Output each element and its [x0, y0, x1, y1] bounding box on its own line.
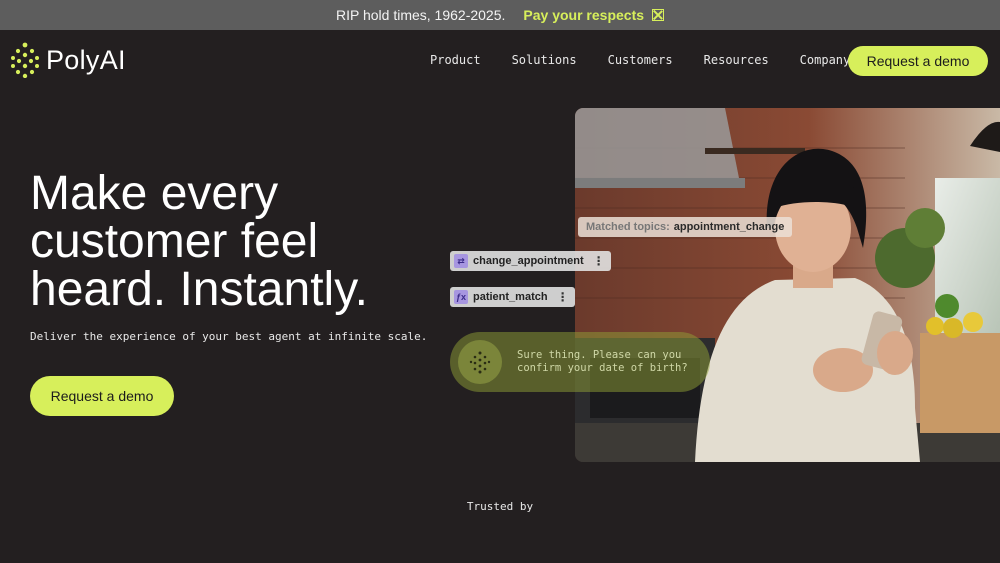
hero-request-demo-button[interactable]: Request a demo [30, 376, 174, 416]
brand-name: PolyAI [46, 44, 126, 75]
logo[interactable]: PolyAI [10, 42, 126, 78]
function-chip-patient-match[interactable]: ƒx patient_match ⋮ [450, 287, 575, 307]
more-options-icon[interactable]: ⋮ [593, 254, 605, 268]
nav-product[interactable]: Product [430, 53, 481, 67]
flow-chip-change-appointment[interactable]: ⇄ change_appointment ⋮ [450, 251, 611, 271]
hero-title-line: Make every [30, 167, 279, 220]
matched-topics-tag: Matched topics: appointment_change [578, 217, 793, 237]
chip-label: change_appointment [473, 255, 584, 267]
hero-subtitle: Deliver the experience of your best agen… [30, 330, 428, 343]
hero-title-line: heard. Instantly. [30, 263, 368, 316]
external-link-icon [652, 9, 665, 21]
hero-title: Make every customer feel heard. Instantl… [30, 170, 450, 314]
trusted-by-label: Trusted by [466, 500, 534, 513]
nav-resources[interactable]: Resources [704, 53, 769, 67]
header-request-demo-button[interactable]: Request a demo [848, 46, 988, 76]
main-nav: Product Solutions Customers Resources Co… [430, 53, 850, 67]
nav-customers[interactable]: Customers [608, 53, 673, 67]
hero-title-line: customer feel [30, 215, 319, 268]
hero-photo [575, 108, 1000, 462]
more-options-icon[interactable]: ⋮ [557, 290, 569, 304]
agent-avatar-icon [458, 340, 502, 384]
announcement-bar: RIP hold times, 1962-2025. Pay your resp… [0, 0, 1000, 30]
flow-icon: ⇄ [454, 254, 468, 268]
nav-solutions[interactable]: Solutions [512, 53, 577, 67]
agent-message: Sure thing. Please can you confirm your … [517, 349, 688, 374]
nav-company[interactable]: Company [800, 53, 851, 67]
agent-speech-bubble: Sure thing. Please can you confirm your … [450, 332, 710, 392]
announcement-message: RIP hold times, 1962-2025. [335, 7, 506, 23]
chip-label: patient_match [473, 291, 548, 303]
site-header: PolyAI Product Solutions Customers Resou… [0, 30, 1000, 92]
matched-topics-label: Matched topics: [586, 221, 670, 233]
matched-topics-value: appointment_change [673, 221, 785, 233]
polyai-logo-icon [11, 42, 39, 78]
function-icon: ƒx [454, 290, 468, 304]
pay-respects-link[interactable]: Pay your respects [523, 7, 665, 23]
pay-respects-label: Pay your respects [523, 7, 645, 23]
